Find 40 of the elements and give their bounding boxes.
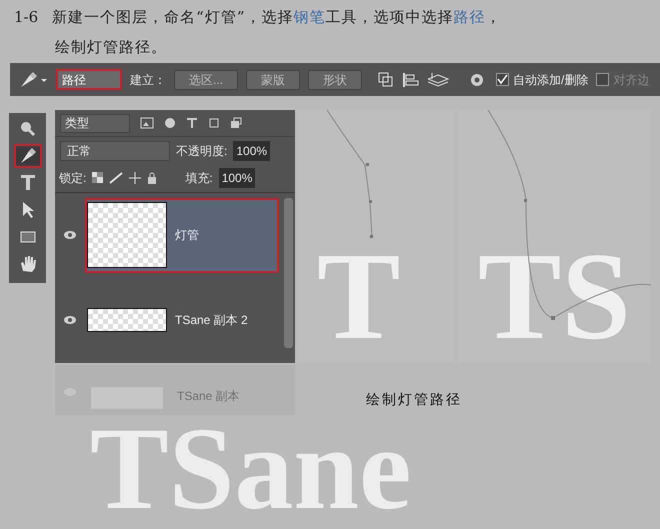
option-button[interactable]: 选区...: [174, 70, 238, 90]
layers-stack-icon: [428, 70, 450, 88]
move-icon: [129, 172, 142, 184]
path-operations-icon: [378, 72, 394, 88]
shape-filter-icon: [208, 117, 220, 130]
layer-name: TSane 副本 2: [175, 312, 248, 330]
type-filter-icon: [186, 117, 198, 130]
opacity-label: 不透明度:: [176, 142, 228, 160]
scrollbar-thumb[interactable]: [284, 198, 293, 348]
caption: 绘制灯管路径: [366, 391, 462, 410]
smart-object-filter-icon: [230, 117, 242, 130]
checkbox-label: 自动添加/删除: [513, 72, 588, 88]
path-alignment-icon: [402, 72, 420, 88]
fill-field[interactable]: 100%: [218, 168, 256, 188]
eye-icon: [63, 315, 77, 326]
lock-icon: [147, 172, 158, 184]
instruction-text: 新建一个图层，命名“灯管”，选择钢笔工具，选项中选择路径，: [52, 7, 502, 28]
step-number: 1-6: [14, 7, 38, 28]
tool-button[interactable]: [14, 144, 42, 168]
instruction-text: 绘制灯管路径。: [55, 37, 167, 58]
checkbox[interactable]: [596, 73, 610, 86]
filter-dropdown[interactable]: 类型: [60, 114, 130, 133]
brush-icon: [109, 172, 124, 184]
mode-dropdown[interactable]: 路径: [56, 69, 122, 90]
fill-label: 填充:: [185, 170, 213, 187]
checkbox[interactable]: [496, 73, 510, 86]
option-button[interactable]: 蒙版: [246, 70, 300, 90]
make-label: 建立：: [130, 72, 166, 88]
eye-icon: [63, 230, 77, 240]
lock-pixels-icon: [92, 172, 104, 184]
circle-filter-icon: [164, 117, 176, 130]
layer-name: 灯管: [175, 227, 199, 244]
lock-label: 锁定:: [59, 170, 86, 187]
option-button[interactable]: 形状: [308, 70, 362, 90]
image-filter-icon: [140, 117, 154, 130]
layer-row[interactable]: TSane 副本 2: [55, 278, 295, 363]
layer-name: TSane 副本: [177, 388, 240, 405]
blend-mode-dropdown[interactable]: 正常: [60, 140, 170, 161]
pen-tool-icon: [18, 70, 48, 88]
opacity-field[interactable]: 100%: [233, 140, 270, 161]
